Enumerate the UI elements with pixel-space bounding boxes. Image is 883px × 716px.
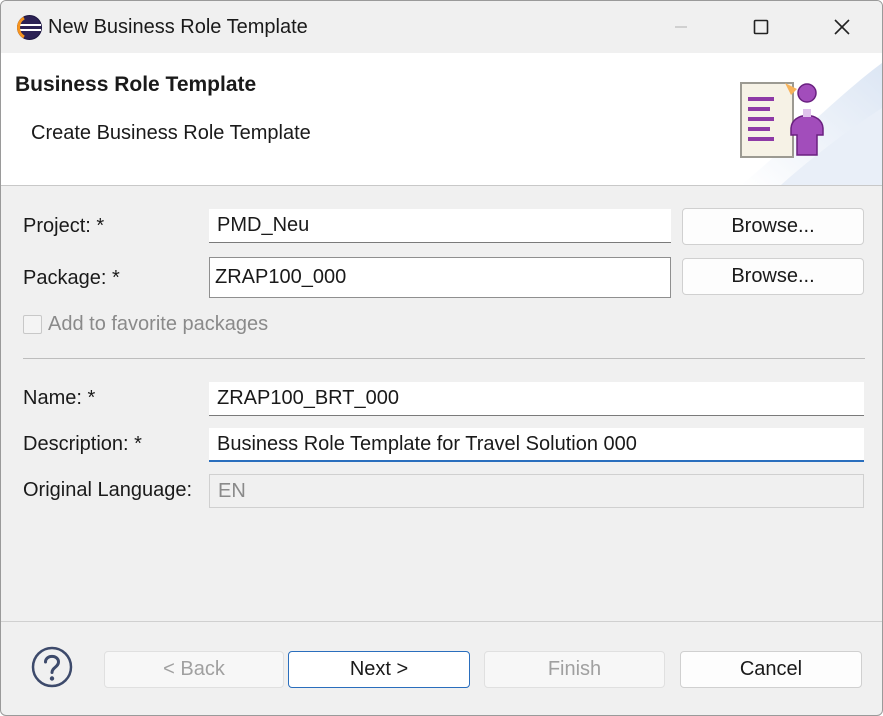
package-field[interactable]: ZRAP100_000 — [209, 257, 671, 298]
next-button[interactable]: Next > — [288, 651, 470, 688]
package-label: Package: * — [23, 267, 120, 289]
footer-separator — [1, 621, 882, 622]
package-browse-button[interactable]: Browse... — [682, 258, 864, 295]
help-icon[interactable] — [31, 646, 73, 688]
project-browse-button[interactable]: Browse... — [682, 208, 864, 245]
banner-subtitle: Create Business Role Template — [31, 122, 311, 144]
project-field[interactable]: PMD_Neu — [209, 209, 671, 243]
eclipse-icon — [17, 15, 42, 40]
banner-title: Business Role Template — [15, 73, 257, 96]
wizard-banner: Business Role Template Create Business R… — [1, 53, 882, 186]
favorite-packages-label: Add to favorite packages — [48, 313, 269, 335]
dialog-window: New Business Role Template Business Role… — [0, 0, 883, 716]
project-label: Project: * — [23, 215, 105, 237]
original-language-field: EN — [209, 474, 864, 508]
maximize-icon — [753, 19, 769, 35]
original-language-label: Original Language: — [23, 479, 193, 501]
title-bar[interactable]: New Business Role Template — [1, 1, 882, 53]
form-separator — [23, 358, 865, 359]
maximize-button[interactable] — [721, 1, 801, 53]
description-label: Description: * — [23, 433, 142, 455]
minimize-button[interactable] — [641, 1, 721, 53]
name-label: Name: * — [23, 387, 96, 409]
business-role-template-icon — [740, 82, 824, 158]
cancel-button[interactable]: Cancel — [680, 651, 862, 688]
description-field[interactable]: Business Role Template for Travel Soluti… — [209, 428, 864, 462]
name-field[interactable]: ZRAP100_BRT_000 — [209, 382, 864, 416]
favorite-packages-checkbox[interactable] — [23, 315, 42, 334]
close-icon — [834, 19, 850, 35]
close-button[interactable] — [802, 1, 882, 53]
favorite-packages-option: Add to favorite packages — [23, 313, 268, 336]
minimize-icon — [675, 26, 687, 28]
window-title: New Business Role Template — [48, 16, 308, 38]
back-button[interactable]: < Back — [104, 651, 284, 688]
finish-button[interactable]: Finish — [484, 651, 665, 688]
